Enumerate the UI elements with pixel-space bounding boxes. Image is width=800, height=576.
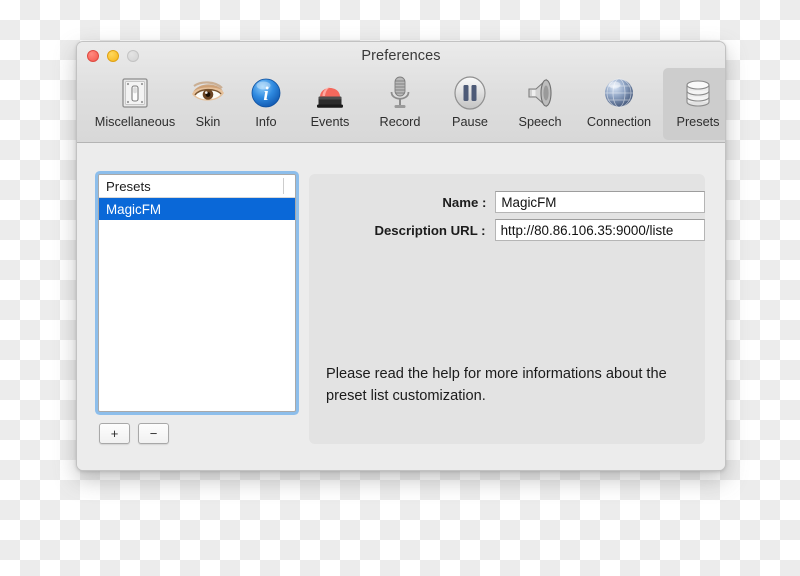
window-title: Preferences: [361, 48, 441, 64]
toolbar-item-skin[interactable]: Skin: [179, 68, 237, 140]
globe-icon: [599, 72, 639, 114]
toolbar-label: Pause: [452, 115, 488, 129]
eye-icon: [188, 72, 228, 114]
presets-column-header: Presets: [106, 178, 151, 194]
window-titlebar: Preferences Miscellaneous Skin i Info Ev…: [77, 42, 725, 143]
preferences-content: Presets MagicFM + − Name : MagicFM Descr…: [77, 143, 725, 470]
toolbar-item-info[interactable]: i Info: [237, 68, 295, 140]
toolbar-label: Speech: [518, 115, 562, 129]
toolbar-item-record[interactable]: Record: [365, 68, 435, 140]
light-switch-icon: [115, 72, 155, 114]
toolbar-label: Info: [255, 115, 277, 129]
toolbar-item-miscellaneous[interactable]: Miscellaneous: [91, 68, 179, 140]
description-url-field-row: Description URL : http://80.86.106.35:90…: [309, 219, 705, 241]
preset-detail-panel: Name : MagicFM Description URL : http://…: [309, 174, 705, 444]
toolbar-item-presets[interactable]: Presets: [663, 68, 725, 140]
toolbar-label: Connection: [586, 115, 652, 129]
info-icon: i: [246, 72, 286, 114]
list-item[interactable]: MagicFM: [99, 198, 295, 220]
toolbar-label: Events: [310, 115, 350, 129]
presets-list[interactable]: Presets MagicFM: [98, 174, 296, 412]
microphone-icon: [380, 72, 420, 114]
name-field-row: Name : MagicFM: [309, 191, 705, 213]
toolbar-label: Record: [379, 115, 421, 129]
toolbar-item-connection[interactable]: Connection: [575, 68, 663, 140]
database-icon: [678, 72, 718, 114]
toolbar-label: Skin: [195, 115, 221, 129]
toolbar-label: Presets: [676, 115, 720, 129]
preferences-window: Preferences Miscellaneous Skin i Info Ev…: [76, 41, 726, 471]
speaker-icon: [520, 72, 560, 114]
preferences-toolbar: Miscellaneous Skin i Info Events Record …: [77, 68, 725, 142]
toolbar-item-events[interactable]: Events: [295, 68, 365, 140]
siren-light-icon: [310, 72, 350, 114]
description-url-input[interactable]: http://80.86.106.35:9000/liste: [494, 219, 705, 241]
pause-icon: [450, 72, 490, 114]
help-text: Please read the help for more informatio…: [326, 366, 667, 404]
description-url-label: Description URL :: [374, 222, 486, 238]
svg-text:i: i: [263, 84, 269, 105]
list-item-label: MagicFM: [106, 201, 162, 217]
add-preset-button[interactable]: +: [99, 423, 130, 444]
toolbar-label: Miscellaneous: [94, 115, 176, 129]
presets-list-header: Presets: [99, 175, 295, 198]
name-label: Name :: [442, 194, 487, 210]
column-divider[interactable]: [283, 178, 284, 194]
toolbar-item-speech[interactable]: Speech: [505, 68, 575, 140]
presets-list-controls: + −: [99, 423, 169, 444]
remove-preset-button[interactable]: −: [138, 423, 169, 444]
name-input[interactable]: MagicFM: [495, 191, 705, 213]
toolbar-item-pause[interactable]: Pause: [435, 68, 505, 140]
